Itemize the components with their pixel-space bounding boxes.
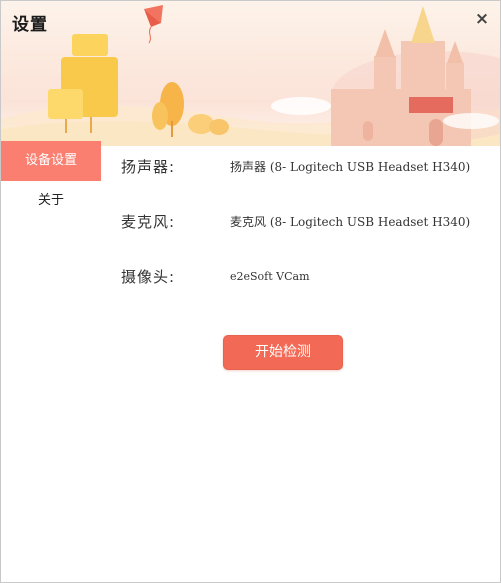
microphone-select[interactable]: 麦克风 (8- Logitech USB Headset H340) — [230, 210, 500, 234]
sidebar: 设备设置 关于 — [1, 141, 101, 221]
kite-icon — [144, 5, 163, 44]
camera-label: 摄像头: — [121, 268, 176, 286]
banner-illustration — [1, 5, 500, 146]
window-title: 设置 — [12, 15, 48, 35]
start-test-button[interactable]: 开始检测 — [223, 335, 343, 370]
close-icon[interactable]: × — [471, 8, 493, 30]
header-banner: 设置 × — [1, 1, 500, 146]
sidebar-item-device-settings[interactable]: 设备设置 — [1, 141, 101, 181]
sidebar-item-about[interactable]: 关于 — [1, 181, 101, 221]
speaker-label: 扬声器: — [121, 158, 176, 176]
speaker-select[interactable]: 扬声器 (8- Logitech USB Headset H340) — [230, 155, 500, 179]
camera-select[interactable]: e2eSoft VCam — [230, 265, 500, 289]
microphone-label: 麦克风: — [121, 213, 176, 231]
settings-window: 设置 × 设备设置 关于 扬声器: 扬声器 (8- Logitech USB H… — [0, 0, 501, 583]
